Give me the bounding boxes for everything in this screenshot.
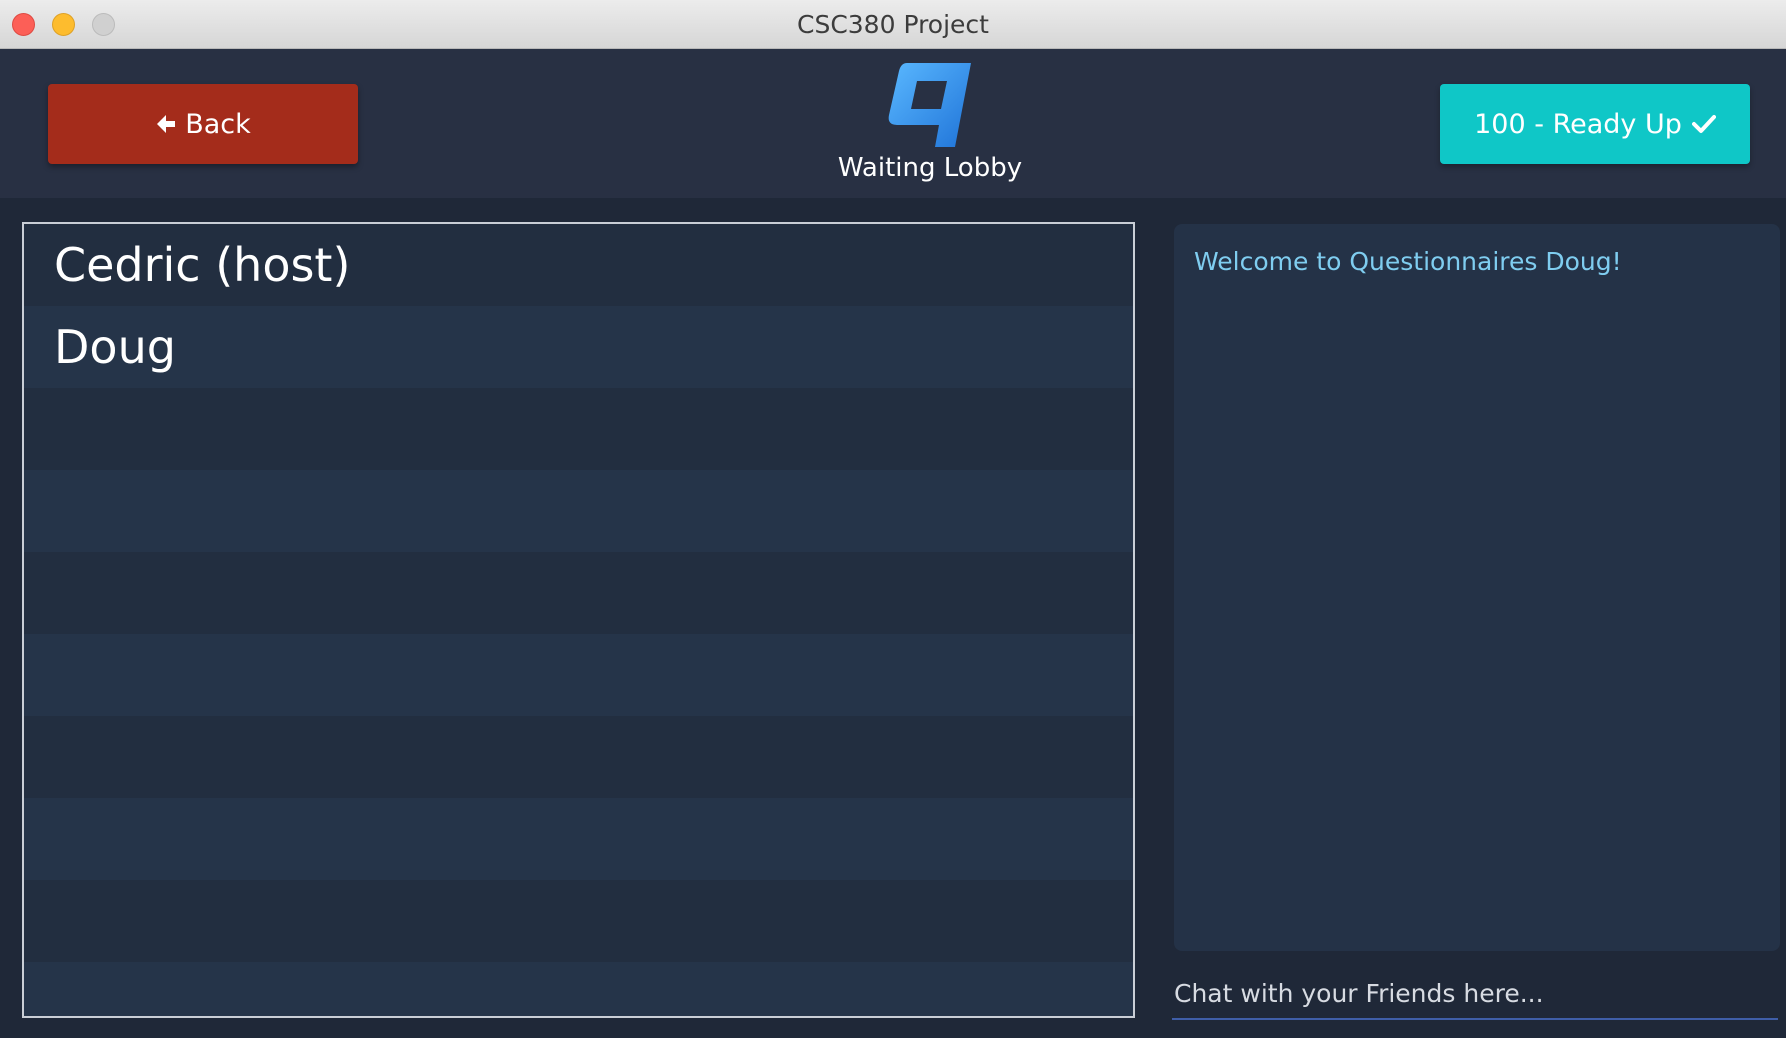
title-bar: CSC380 Project [0, 0, 1786, 49]
lobby-header: Back Waiting Lobby 100 - Ready Up [0, 49, 1786, 198]
window-title: CSC380 Project [797, 10, 989, 39]
chat-message: Welcome to Questionnaires Doug! [1194, 247, 1622, 276]
player-row[interactable]: Cedric (host) [24, 224, 1133, 306]
player-row[interactable] [24, 552, 1133, 634]
player-row[interactable] [24, 716, 1133, 798]
arrow-left-icon [155, 113, 177, 135]
player-row[interactable] [24, 880, 1133, 962]
ready-up-label: 100 - Ready Up [1474, 108, 1682, 140]
check-icon [1691, 114, 1716, 134]
player-list[interactable]: Cedric (host) Doug [22, 222, 1135, 1018]
player-row[interactable]: Doug [24, 306, 1133, 388]
player-row[interactable] [24, 634, 1133, 716]
player-row[interactable] [24, 798, 1133, 880]
ready-up-button[interactable]: 100 - Ready Up [1440, 84, 1750, 164]
back-button[interactable]: Back [48, 84, 358, 164]
player-row[interactable] [24, 388, 1133, 470]
chat-input[interactable] [1172, 968, 1778, 1020]
player-row[interactable] [24, 962, 1133, 1016]
player-row[interactable] [24, 470, 1133, 552]
back-button-label: Back [185, 108, 251, 140]
lobby-title: Waiting Lobby [837, 153, 1023, 183]
chat-log[interactable]: Welcome to Questionnaires Doug! [1174, 224, 1780, 951]
q-logo-icon [885, 59, 975, 151]
app-window: CSC380 Project Back Waiting Lobby 100 - … [0, 0, 1786, 1038]
